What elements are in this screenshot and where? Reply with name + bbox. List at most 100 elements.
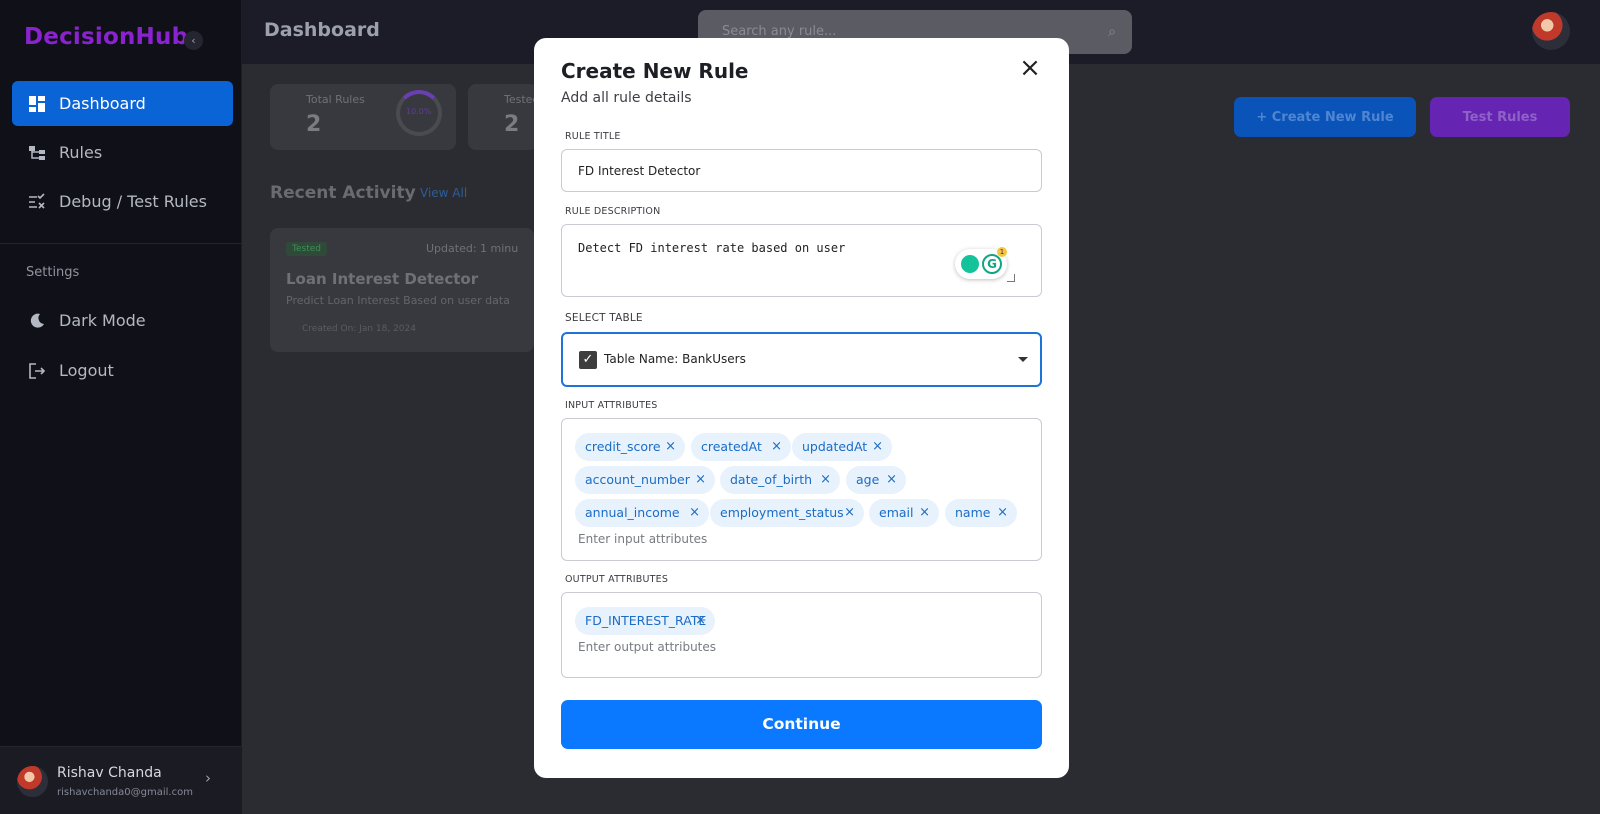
app-root: DecisionHub ‹ Dashboard Rules Debug / Te… [0,0,1600,814]
close-icon[interactable]: × [771,433,782,461]
close-icon[interactable]: × [919,499,930,527]
chip-label: name [955,505,991,520]
output-attributes-field[interactable]: FD_INTEREST_RATE × Enter output attributes [561,592,1042,678]
input-attributes-field[interactable]: credit_score × createdAt × updatedAt × account… [561,418,1042,561]
close-icon[interactable]: × [1018,55,1042,81]
close-icon[interactable]: × [997,499,1008,527]
attribute-chip: annual_income × [575,499,709,527]
select-table-dropdown[interactable]: ✓ Table Name: BankUsers [561,332,1042,387]
search-placeholder: Search any rule... [722,24,837,39]
close-icon[interactable]: × [886,466,897,494]
attribute-chip: account_number × [575,466,715,494]
sidebar-item-label: Dashboard [59,94,146,113]
brand-logo[interactable]: DecisionHub [24,24,188,50]
grammarly-suggestion-icon[interactable] [961,255,979,273]
grammarly-icon[interactable]: G [982,254,1002,274]
sidebar-item-label: Logout [59,361,114,380]
rules-icon [29,145,45,160]
debug-icon [29,192,45,209]
activity-title: Loan Interest Detector [286,270,479,288]
modal-title: Create New Rule [561,59,749,83]
input-attributes-placeholder[interactable]: Enter input attributes [578,532,707,546]
close-icon[interactable]: × [820,466,831,494]
chip-label: FD_INTEREST_RATE [585,613,707,628]
close-icon[interactable]: × [844,499,855,527]
sidebar-item-dashboard[interactable]: Dashboard [12,81,233,126]
header-avatar[interactable] [1532,12,1570,50]
close-icon[interactable]: × [695,607,706,635]
rule-title-label: RULE TITLE [565,131,621,142]
rule-description-label: RULE DESCRIPTION [565,206,661,217]
attribute-chip: createdAt × [691,433,791,461]
grammarly-badge: 1 [997,247,1007,257]
created-date: Created On: Jan 18, 2024 [302,324,416,334]
checkbox-checked-icon[interactable]: ✓ [579,351,597,369]
select-table-value: Table Name: BankUsers [604,352,746,366]
create-new-rule-button[interactable]: + Create New Rule [1234,97,1416,137]
attribute-chip: email × [869,499,939,527]
search-icon[interactable]: ⌕ [1108,24,1116,40]
chip-label: email [879,505,914,520]
close-icon[interactable]: × [872,433,883,461]
avatar [17,766,48,797]
chip-label: account_number [585,472,690,487]
stat-label: Total Rules [306,93,365,106]
stat-card-tested: Tested 2 [468,84,539,150]
rule-title-value: FD Interest Detector [578,164,701,178]
input-attributes-label: INPUT ATTRIBUTES [565,400,658,411]
rule-description-value: Detect FD interest rate based on user [578,241,846,255]
ring-percent: 10.0% [406,107,432,116]
activity-card[interactable]: Tested Updated: 1 minu Loan Interest Det… [270,228,534,352]
chip-label: updatedAt [802,439,868,454]
rule-title-input[interactable]: FD Interest Detector [561,149,1042,192]
sidebar-divider [0,243,242,244]
moon-icon [30,313,44,328]
stat-card-total-rules: Total Rules 2 10.0% [270,84,456,150]
sidebar-item-debug-test-rules[interactable]: Debug / Test Rules [12,179,233,224]
settings-section-label: Settings [26,265,80,280]
close-icon[interactable]: × [665,433,676,461]
rule-description-textarea[interactable]: Detect FD interest rate based on user G … [561,224,1042,297]
close-icon[interactable]: × [695,466,706,494]
output-attributes-placeholder[interactable]: Enter output attributes [578,640,716,654]
attribute-chip: date_of_birth × [720,466,840,494]
user-email: rishavchanda0@gmail.com [57,787,193,798]
stat-value: 2 [504,112,520,137]
test-rules-button[interactable]: Test Rules [1430,97,1570,137]
sidebar-item-logout[interactable]: Logout [12,348,233,393]
continue-button[interactable]: Continue [561,700,1042,749]
dashboard-icon [29,95,45,112]
create-rule-modal: Create New Rule Add all rule details × R… [534,38,1069,778]
view-all-link[interactable]: View All [420,186,467,200]
chevron-down-icon[interactable] [1018,357,1028,362]
sidebar-item-rules[interactable]: Rules [12,130,233,175]
chip-label: annual_income [585,505,680,520]
status-badge: Tested [286,242,327,256]
attribute-chip: name × [945,499,1017,527]
attribute-chip: FD_INTEREST_RATE × [575,607,715,635]
chip-label: credit_score [585,439,661,454]
attribute-chip: credit_score × [575,433,685,461]
attribute-chip: updatedAt × [792,433,892,461]
modal-subtitle: Add all rule details [561,90,692,106]
sidebar-item-dark-mode[interactable]: Dark Mode [12,298,233,343]
chevron-right-icon[interactable]: › [205,769,211,787]
user-name: Rishav Chanda [57,765,162,781]
sidebar-collapse-button[interactable]: ‹ [184,31,203,50]
attribute-chip: employment_status × [710,499,864,527]
sidebar-item-label: Dark Mode [59,311,146,330]
logout-icon [29,362,46,379]
sidebar: DecisionHub ‹ Dashboard Rules Debug / Te… [0,0,242,814]
stat-value: 2 [306,112,322,137]
close-icon[interactable]: × [689,499,700,527]
sidebar-item-label: Rules [59,143,103,162]
chip-label: employment_status [720,505,844,520]
output-attributes-label: OUTPUT ATTRIBUTES [565,574,669,585]
attribute-chip: age × [846,466,906,494]
user-profile[interactable]: Rishav Chanda rishavchanda0@gmail.com › [0,746,242,814]
progress-ring: 10.0% [396,90,442,136]
resize-handle[interactable] [1007,274,1015,282]
recent-activity-title: Recent Activity [270,183,416,203]
grammarly-widget[interactable]: G 1 [955,247,1007,279]
page-title: Dashboard [264,19,380,41]
